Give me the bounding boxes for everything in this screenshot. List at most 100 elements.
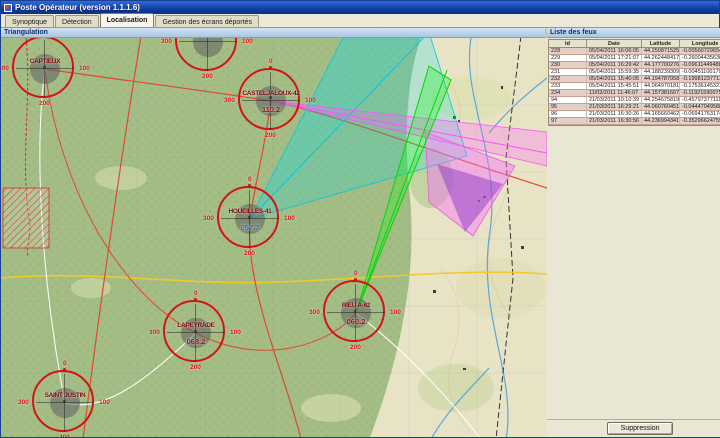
table-cell: 44.06497018115 bbox=[642, 83, 680, 89]
triangulation-header: Triangulation bbox=[1, 28, 545, 38]
map-canvas[interactable]: CAPTIEUX01002003000100200300CASTELJALOUX… bbox=[1, 38, 547, 437]
table-cell: 05/04/2011 16:29:42 bbox=[587, 62, 642, 68]
table-row[interactable]: 9521/03/2011 16:29:2144.06076045106-0.04… bbox=[549, 104, 720, 111]
table-cell: 97 bbox=[549, 118, 587, 124]
tower-name-label: LAPEYRADE bbox=[177, 322, 214, 329]
watchtower-saint-justin[interactable]: SAINT JUSTIN0100200300 bbox=[12, 358, 118, 437]
table-cell: -0.26004435636616 bbox=[680, 55, 720, 61]
table-cell: 234 bbox=[549, 90, 587, 96]
tab-localisation[interactable]: Localisation bbox=[100, 13, 155, 27]
tower-north-dot bbox=[248, 184, 251, 187]
app-window: Poste Opérateur (version 1.1.1.6) Synopt… bbox=[0, 0, 720, 438]
table-cell: -0.09611449488084 bbox=[680, 62, 720, 68]
table-row[interactable]: 22905/04/2011 17:21:0744.26244841745-0.2… bbox=[549, 55, 720, 62]
table-row[interactable]: 9421/03/2011 10:10:3944.25467581942-0.45… bbox=[549, 97, 720, 104]
table-cell: 233 bbox=[549, 83, 587, 89]
table-cell: -0.11921590075448 bbox=[680, 90, 720, 96]
table-row[interactable]: 23105/04/2011 15:59:3544.18823930936-0.0… bbox=[549, 69, 720, 76]
table-cell: 21/03/2011 10:10:39 bbox=[587, 97, 642, 103]
tower-crosshair-h bbox=[327, 312, 385, 313]
table-cell: 229 bbox=[549, 55, 587, 61]
table-row[interactable]: 9621/03/2011 16:30:2644.16566046213-0.06… bbox=[549, 111, 720, 118]
tower-crosshair-v bbox=[44, 40, 45, 98]
table-cell: 228 bbox=[549, 48, 587, 54]
main-area: Triangulation bbox=[1, 28, 719, 437]
table-cell: 95 bbox=[549, 104, 587, 110]
table-cell: -0.17536145321909 bbox=[680, 83, 720, 89]
table-cell: 05/04/2011 16:06:05 bbox=[587, 48, 642, 54]
tower-north-dot bbox=[269, 66, 272, 69]
column-header: Longitude bbox=[680, 40, 720, 47]
tower-tick-200: 200 bbox=[244, 250, 255, 257]
tower-north-dot bbox=[63, 368, 66, 371]
panel-empty-space bbox=[547, 126, 720, 419]
table-row[interactable]: 9721/03/2011 16:30:5644.23699434178-0.35… bbox=[549, 118, 720, 125]
table-cell: 94 bbox=[549, 97, 587, 103]
tab-d-tection[interactable]: Détection bbox=[55, 15, 99, 27]
table-row[interactable]: 23005/04/2011 16:29:4244.17770027603-0.0… bbox=[549, 62, 720, 69]
tower-tick-300: 300 bbox=[149, 329, 160, 336]
tower-crosshair-h bbox=[179, 41, 237, 42]
table-cell: 44.18823930936 bbox=[642, 69, 680, 75]
tower-tick-300: 300 bbox=[203, 215, 214, 222]
tower-tick-100: 100 bbox=[230, 329, 241, 336]
tower-name-label: CAPTIEUX bbox=[30, 58, 60, 65]
tower-tick-100: 100 bbox=[390, 309, 401, 316]
tower-name-label: RIEU A-62 bbox=[342, 302, 370, 309]
tower-crosshair-v bbox=[355, 284, 356, 342]
table-row[interactable]: 23205/04/2011 15:40:0544.19478705862-0.1… bbox=[549, 76, 720, 83]
tower-tick-200: 200 bbox=[190, 364, 201, 371]
tower-crosshair-h bbox=[16, 68, 74, 69]
watchtower-houeilles[interactable]: HOUEILLES-41057.70100200300 bbox=[197, 174, 303, 264]
tower-tick-300: 300 bbox=[18, 399, 29, 406]
tower-crosshair-h bbox=[242, 100, 300, 101]
tab-bar: SynoptiqueDétectionLocalisationGestion d… bbox=[1, 14, 719, 28]
tower-tick-300: 300 bbox=[161, 38, 172, 45]
tower-crosshair-h bbox=[167, 332, 225, 333]
tower-tick-0: 0 bbox=[354, 270, 358, 277]
tower-tick-200: 200 bbox=[350, 344, 361, 351]
tower-tick-100: 100 bbox=[284, 215, 295, 222]
fire-list-header: Liste des feux bbox=[547, 28, 720, 38]
tower-tick-300: 300 bbox=[1, 65, 9, 72]
watchtower-captieux[interactable]: CAPTIEUX0100200300 bbox=[1, 38, 98, 114]
tower-tick-200: 200 bbox=[59, 434, 70, 437]
tower-bearing-value: 110.2 bbox=[262, 105, 280, 114]
table-cell: 21/03/2011 16:30:26 bbox=[587, 111, 642, 117]
table-cell: 44.16566046213 bbox=[642, 111, 680, 117]
triangulation-header-label: Triangulation bbox=[4, 29, 48, 36]
tower-crosshair-v bbox=[207, 38, 208, 71]
tower-bearing-value: 057.7 bbox=[241, 223, 260, 232]
panel-bottom-bar: Suppression bbox=[547, 419, 720, 437]
column-header: Latitude bbox=[642, 40, 680, 47]
table-row[interactable]: 23411/03/2011 11:46:0744.15738160718-0.1… bbox=[549, 90, 720, 97]
watchtower-lapeyrade[interactable]: LAPEYRADE068.20100200300 bbox=[143, 288, 249, 378]
tower-tick-300: 300 bbox=[309, 309, 320, 316]
tab-synoptique[interactable]: Synoptique bbox=[5, 15, 54, 27]
tower-tick-100: 100 bbox=[79, 65, 90, 72]
table-row[interactable]: 23305/04/2011 15:45:5144.06497018115-0.1… bbox=[549, 83, 720, 90]
table-row[interactable]: 22805/04/2011 16:06:0544.25087152567-0.0… bbox=[549, 48, 720, 55]
tower-tick-0: 0 bbox=[248, 176, 252, 183]
watchtower-casteljaloux[interactable]: CASTELJALOUX-42110.20100200300 bbox=[218, 56, 324, 146]
tab-gestion-des-crans-d-port-s[interactable]: Gestion des écrans déportés bbox=[155, 15, 259, 27]
map-section: Triangulation bbox=[1, 28, 547, 437]
column-header: Date bbox=[587, 40, 642, 47]
table-cell: 44.19478705862 bbox=[642, 76, 680, 82]
tower-tick-200: 200 bbox=[265, 132, 276, 139]
tower-tick-300: 300 bbox=[224, 97, 235, 104]
table-cell: 44.06076045106 bbox=[642, 104, 680, 110]
table-cell: 44.25467581942 bbox=[642, 97, 680, 103]
tower-north-dot bbox=[354, 278, 357, 281]
table-cell: 230 bbox=[549, 62, 587, 68]
tower-crosshair-v bbox=[270, 72, 271, 130]
tower-name-label: CASTELJALOUX-42 bbox=[242, 90, 299, 97]
tower-crosshair-h bbox=[221, 218, 279, 219]
table-cell: 21/03/2011 16:30:56 bbox=[587, 118, 642, 124]
suppression-button[interactable]: Suppression bbox=[607, 422, 673, 435]
app-icon bbox=[4, 4, 12, 12]
watchtower-rieu-a62[interactable]: RIEU A-62060.20100200300 bbox=[303, 268, 409, 358]
table-cell: 232 bbox=[549, 76, 587, 82]
table-cell: 05/04/2011 15:40:05 bbox=[587, 76, 642, 82]
tower-tick-0: 0 bbox=[63, 360, 67, 367]
